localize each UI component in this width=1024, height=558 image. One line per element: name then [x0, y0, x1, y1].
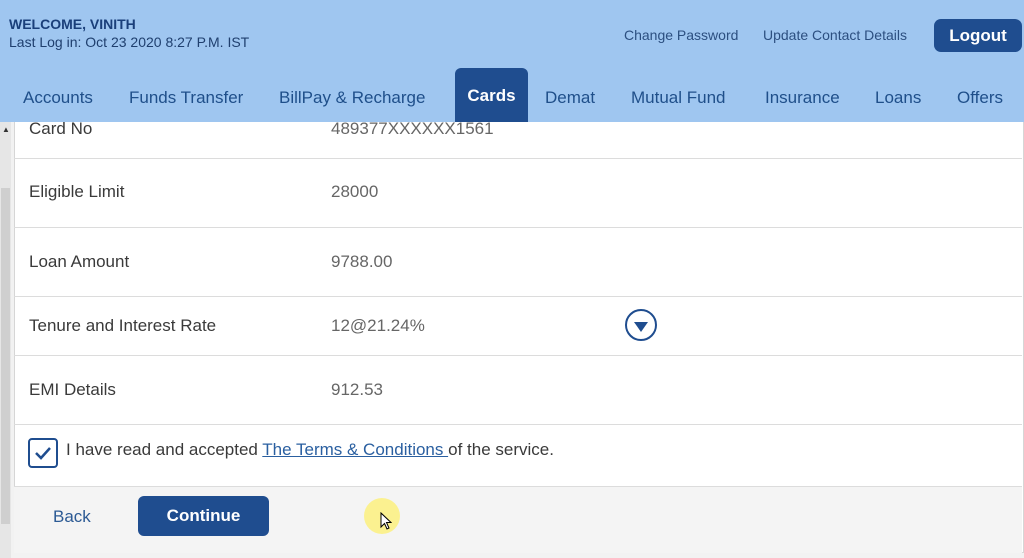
- chevron-down-icon: [634, 321, 648, 332]
- scroll-thumb[interactable]: [1, 188, 10, 524]
- main-nav: Accounts Funds Transfer BillPay & Rechar…: [0, 68, 1024, 122]
- card-no-label: Card No: [29, 119, 93, 138]
- change-password-link[interactable]: Change Password: [624, 27, 738, 43]
- mouse-pointer-icon: [380, 512, 392, 530]
- nav-billpay-recharge[interactable]: BillPay & Recharge: [279, 88, 425, 108]
- loan-amount-value: 9788.00: [331, 252, 393, 271]
- nav-funds-transfer[interactable]: Funds Transfer: [129, 88, 243, 108]
- card-no-value: 489377XXXXXX1561: [331, 119, 494, 138]
- welcome-text: WELCOME, VINITH: [9, 16, 136, 32]
- form-row-emi-details: EMI Details 912.53: [14, 356, 1022, 425]
- continue-button[interactable]: Continue: [138, 496, 269, 536]
- form-row-loan-amount: Loan Amount 9788.00: [14, 228, 1022, 297]
- tenure-dropdown-button[interactable]: [625, 309, 657, 341]
- nav-mutual-fund[interactable]: Mutual Fund: [631, 88, 726, 108]
- nav-demat[interactable]: Demat: [545, 88, 595, 108]
- eligible-limit-value: 28000: [331, 182, 379, 201]
- terms-checkbox[interactable]: [28, 438, 58, 468]
- nav-offers[interactable]: Offers: [957, 88, 1003, 108]
- checkmark-icon: [35, 447, 51, 460]
- eligible-limit-label: Eligible Limit: [29, 182, 125, 201]
- form-row-tenure-interest: Tenure and Interest Rate 12@21.24%: [14, 297, 1022, 356]
- top-header: WELCOME, VINITH Last Log in: Oct 23 2020…: [0, 0, 1024, 122]
- terms-text: I have read and accepted The Terms & Con…: [66, 440, 554, 460]
- form-row-card-no: Card No 489377XXXXXX1561: [14, 119, 1022, 159]
- nav-insurance[interactable]: Insurance: [765, 88, 840, 108]
- emi-details-label: EMI Details: [29, 380, 116, 399]
- back-button[interactable]: Back: [53, 507, 91, 527]
- logout-button[interactable]: Logout: [934, 19, 1022, 52]
- nav-loans[interactable]: Loans: [875, 88, 921, 108]
- loan-amount-label: Loan Amount: [29, 252, 130, 271]
- tenure-interest-label: Tenure and Interest Rate: [29, 316, 217, 335]
- terms-prefix: I have read and accepted: [66, 440, 263, 459]
- nav-accounts[interactable]: Accounts: [23, 88, 93, 108]
- terms-suffix: of the service.: [448, 440, 554, 459]
- emi-details-value: 912.53: [331, 380, 383, 399]
- last-login-text: Last Log in: Oct 23 2020 8:27 P.M. IST: [9, 34, 250, 50]
- scroll-up-arrow-icon[interactable]: ▲: [2, 125, 10, 134]
- tenure-interest-value: 12@21.24%: [331, 316, 425, 335]
- nav-cards[interactable]: Cards: [455, 68, 528, 122]
- update-contact-details-link[interactable]: Update Contact Details: [763, 27, 907, 43]
- terms-conditions-link[interactable]: The Terms & Conditions: [262, 440, 448, 459]
- form-row-eligible-limit: Eligible Limit 28000: [14, 159, 1022, 228]
